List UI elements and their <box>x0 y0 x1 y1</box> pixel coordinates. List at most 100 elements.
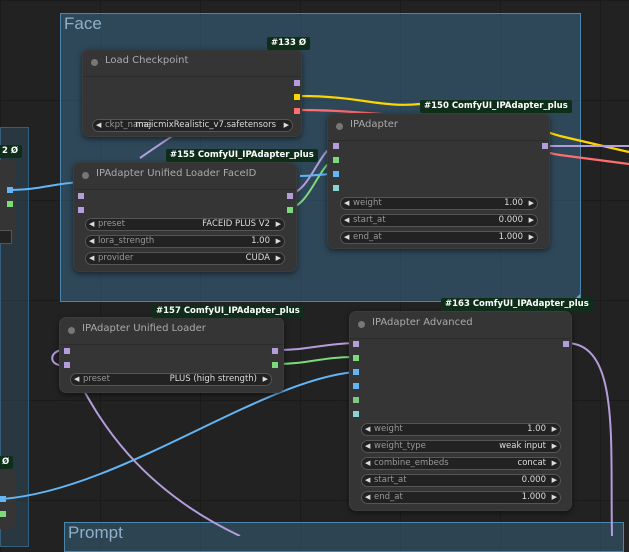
collapse-dot-icon[interactable] <box>82 172 89 179</box>
node-title: IPAdapter Unified Loader FaceID <box>96 168 257 179</box>
output-model-slot[interactable] <box>563 341 569 347</box>
node-title: IPAdapter Advanced <box>372 317 473 328</box>
widget-name: weight <box>374 424 403 434</box>
node-header[interactable]: IPAdapter Unified Loader FaceID <box>74 163 296 190</box>
input-model-slot[interactable] <box>78 193 84 199</box>
arrow-left-icon[interactable]: ◀ <box>89 236 94 247</box>
arrow-left-icon[interactable]: ◀ <box>89 219 94 230</box>
widget-ckpt-name[interactable]: ◀ ckpt_name majicmixRealistic_v7.safeten… <box>92 119 293 132</box>
node-badge: #157 ComfyUI_IPAdapter_plus <box>152 305 304 318</box>
widget-combine-embeds[interactable]: ◀ combine_embeds concat ▶ <box>361 457 561 470</box>
node-ipadapter-advanced[interactable]: IPAdapter Advanced ◀ weight 1.00 ▶ ◀ wei… <box>349 311 572 511</box>
node-unified-loader-faceid[interactable]: IPAdapter Unified Loader FaceID ◀ preset… <box>73 162 297 272</box>
arrow-right-icon[interactable]: ▶ <box>276 236 281 247</box>
node-header[interactable]: IPAdapter <box>328 114 549 141</box>
widget-name: weight_type <box>374 441 426 451</box>
arrow-right-icon[interactable]: ▶ <box>529 198 534 209</box>
arrow-left-icon[interactable]: ◀ <box>365 492 370 503</box>
widget-weight[interactable]: ◀ weight 1.00 ▶ <box>340 197 538 210</box>
arrow-right-icon[interactable]: ▶ <box>276 219 281 230</box>
widget-start-at[interactable]: ◀ start_at 0.000 ▶ <box>340 214 538 227</box>
node-title: Load Checkpoint <box>105 55 189 66</box>
arrow-left-icon[interactable]: ◀ <box>74 374 79 385</box>
arrow-right-icon[interactable]: ▶ <box>552 492 557 503</box>
node-title: IPAdapter Unified Loader <box>82 323 206 334</box>
node-ipadapter[interactable]: IPAdapter ◀ weight 1.00 ▶ ◀ start_at 0.0… <box>327 113 550 249</box>
output-clip-slot[interactable] <box>294 94 300 100</box>
arrow-right-icon[interactable]: ▶ <box>552 458 557 469</box>
output-model-slot[interactable] <box>287 193 293 199</box>
input-ipadapter-slot[interactable] <box>78 207 84 213</box>
widget-value: weak input <box>499 441 546 451</box>
widget-name: combine_embeds <box>374 458 449 468</box>
widget-value: CUDA <box>245 253 270 263</box>
arrow-right-icon[interactable]: ▶ <box>552 424 557 435</box>
input-model-slot[interactable] <box>333 143 339 149</box>
link-unified-model-to-adv <box>275 342 356 351</box>
input-attn-mask-slot[interactable] <box>333 185 339 191</box>
node-header[interactable]: IPAdapter Advanced <box>350 312 571 339</box>
output-model-slot[interactable] <box>272 348 278 354</box>
input-clip-vision-slot[interactable] <box>353 411 359 417</box>
widget-value: 1.00 <box>527 424 546 434</box>
widget-end-at[interactable]: ◀ end_at 1.000 ▶ <box>361 491 561 504</box>
collapse-dot-icon[interactable] <box>68 327 75 334</box>
node-badge: #150 ComfyUI_IPAdapter_plus <box>420 100 572 113</box>
arrow-left-icon[interactable]: ◀ <box>344 232 349 243</box>
widget-weight[interactable]: ◀ weight 1.00 ▶ <box>361 423 561 436</box>
widget-value: 1.000 <box>498 232 523 242</box>
input-attn-mask-slot[interactable] <box>353 397 359 403</box>
arrow-left-icon[interactable]: ◀ <box>365 475 370 486</box>
widget-weight-type[interactable]: ◀ weight_type weak input ▶ <box>361 440 561 453</box>
output-vae-slot[interactable] <box>294 108 300 114</box>
arrow-right-icon[interactable]: ▶ <box>276 253 281 264</box>
collapse-dot-icon[interactable] <box>336 123 343 130</box>
arrow-left-icon[interactable]: ◀ <box>89 253 94 264</box>
widget-value: concat <box>517 458 546 468</box>
collapse-dot-icon[interactable] <box>358 321 365 328</box>
arrow-right-icon[interactable]: ▶ <box>552 475 557 486</box>
input-model-slot[interactable] <box>353 341 359 347</box>
arrow-right-icon[interactable]: ▶ <box>529 232 534 243</box>
widget-end-at[interactable]: ◀ end_at 1.000 ▶ <box>340 231 538 244</box>
output-ipadapter-slot[interactable] <box>272 362 278 368</box>
arrow-left-icon[interactable]: ◀ <box>365 424 370 435</box>
arrow-left-icon[interactable]: ◀ <box>344 215 349 226</box>
arrow-right-icon[interactable]: ▶ <box>284 120 289 131</box>
arrow-right-icon[interactable]: ▶ <box>529 215 534 226</box>
widget-value: FACEID PLUS V2 <box>202 219 270 229</box>
widget-preset[interactable]: ◀ preset PLUS (high strength) ▶ <box>70 373 272 386</box>
output-model-slot[interactable] <box>542 143 548 149</box>
arrow-left-icon[interactable]: ◀ <box>96 120 101 131</box>
node-load-checkpoint[interactable]: Load Checkpoint ◀ ckpt_name majicmixReal… <box>82 49 302 137</box>
arrow-right-icon[interactable]: ▶ <box>552 441 557 452</box>
input-ipadapter-slot[interactable] <box>333 157 339 163</box>
output-model-slot[interactable] <box>294 80 300 86</box>
node-badge: #163 ComfyUI_IPAdapter_plus <box>441 298 593 311</box>
node-header[interactable]: Load Checkpoint <box>83 50 301 77</box>
input-image-slot[interactable] <box>333 171 339 177</box>
collapse-dot-icon[interactable] <box>91 59 98 66</box>
input-ipadapter-slot[interactable] <box>64 362 70 368</box>
widget-start-at[interactable]: ◀ start_at 0.000 ▶ <box>361 474 561 487</box>
arrow-left-icon[interactable]: ◀ <box>344 198 349 209</box>
arrow-right-icon[interactable]: ▶ <box>263 374 268 385</box>
node-badge: #155 ComfyUI_IPAdapter_plus <box>166 149 318 162</box>
widget-value: 1.00 <box>251 236 270 246</box>
input-image-slot[interactable] <box>353 369 359 375</box>
node-badge: #133 Ø <box>267 37 311 50</box>
arrow-left-icon[interactable]: ◀ <box>365 458 370 469</box>
node-unified-loader[interactable]: IPAdapter Unified Loader ◀ preset PLUS (… <box>59 317 284 393</box>
widget-lora-strength[interactable]: ◀ lora_strength 1.00 ▶ <box>85 235 285 248</box>
widget-value: 0.000 <box>521 475 546 485</box>
input-model-slot[interactable] <box>64 348 70 354</box>
output-ipadapter-slot[interactable] <box>287 207 293 213</box>
input-ipadapter-slot[interactable] <box>353 355 359 361</box>
widget-value: 0.000 <box>498 215 523 225</box>
widget-name: provider <box>98 253 134 263</box>
input-image-negative-slot[interactable] <box>353 383 359 389</box>
widget-preset[interactable]: ◀ preset FACEID PLUS V2 ▶ <box>85 218 285 231</box>
node-header[interactable]: IPAdapter Unified Loader <box>60 318 283 345</box>
widget-provider[interactable]: ◀ provider CUDA ▶ <box>85 252 285 265</box>
arrow-left-icon[interactable]: ◀ <box>365 441 370 452</box>
